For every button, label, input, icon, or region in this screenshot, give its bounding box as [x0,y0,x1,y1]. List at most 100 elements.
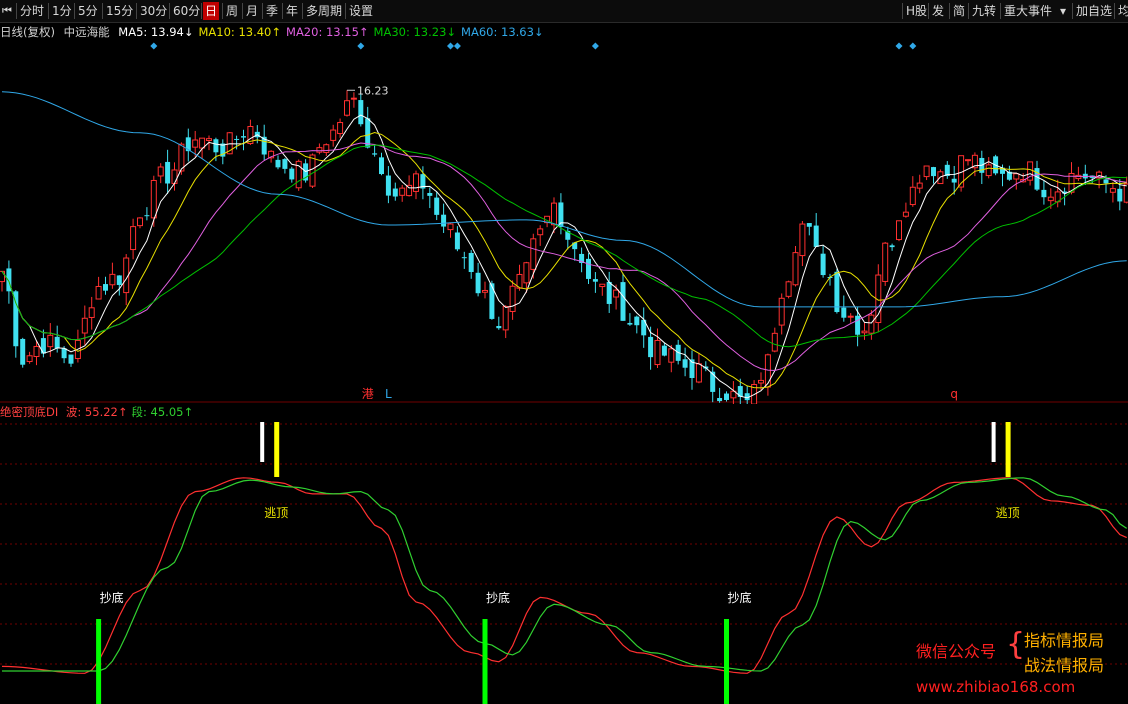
toolbar-left-item-8[interactable]: 月 [244,2,260,20]
candle-body [530,238,537,270]
toolbar-right-item-1[interactable]: 发 [930,2,946,20]
candle-body [855,315,861,335]
candle-body [606,281,612,304]
candle-body [861,330,868,334]
ma10-line [1,131,1127,389]
candle-body [820,253,826,276]
watermark-wechat: 微信公众号 [916,642,997,661]
candle-body [150,179,157,219]
candle-body [586,258,591,279]
candle-body [213,139,219,153]
toolbar-right-item-4[interactable]: 重大事件 [1002,2,1054,20]
nav-first-icon[interactable]: ⏮ [0,2,14,20]
candle-body [592,279,598,282]
candle-body [26,355,33,363]
toolbar-left-item-6[interactable]: 日 [203,2,220,20]
candle-body [482,289,488,293]
toolbar-left-item-12[interactable]: 设置 [347,2,375,20]
candle-body [454,232,460,250]
candle-body [523,262,530,284]
toolbar-left-item-1[interactable]: 1分 [50,2,74,20]
dropdown-arrow-icon[interactable]: ▾ [1058,2,1068,20]
marker-label: L [385,387,392,401]
toolbar-right-item-3[interactable]: 九转 [970,2,998,20]
candle-body [95,285,102,300]
candle-body [834,271,840,313]
event-diamond-icon[interactable] [357,42,365,50]
toolbar-right-item-2[interactable]: 简 [951,2,967,20]
toolbar-separator [222,3,223,19]
candle-body [695,363,702,383]
candle-body [1103,179,1109,184]
sell-signal-bar-white [260,422,265,462]
candle-body [778,297,785,326]
toolbar-left-item-11[interactable]: 多周期 [304,2,344,20]
candle-body [717,398,723,402]
toolbar: ⏮ 分时 1分 5分 15分 30分 60分日周月季年多周期 设置 H股发简九转 重大事件 加自选… [0,0,1128,23]
watermark-url: www.zhibiao168.com [916,678,1076,696]
candle-body [889,245,895,248]
candle-body [1047,196,1054,202]
toolbar-separator [1072,3,1073,19]
candle-body [103,284,108,291]
candle-body [599,283,606,288]
candle-body [68,354,74,364]
event-diamond-icon[interactable] [895,42,903,50]
event-diamond-icon[interactable] [591,42,599,50]
event-diamond-icon[interactable] [150,42,158,50]
toolbar-separator [102,3,103,19]
candle-body [868,314,875,334]
candle-body [165,161,171,184]
candle-body [785,281,792,297]
candle-body [358,100,364,125]
candle-body [109,273,116,286]
candle-body [399,187,406,196]
candle-body [137,217,143,227]
candle-body [496,326,502,329]
candle-body [130,226,137,251]
buy-signal-bar [724,619,729,704]
toolbar-left-item-0[interactable]: 分时 [18,2,46,20]
toolbar-left-item-4[interactable]: 30分 [138,2,169,20]
toolbar-separator [136,3,137,19]
candle-body [289,168,295,180]
candle-body [379,157,384,175]
candle-body [1013,173,1020,180]
candle-body [413,173,419,192]
marker-label: q [950,387,958,401]
toolbar-right-item-6[interactable]: 均 [1116,2,1128,20]
candle-body [792,252,799,286]
candle-body [758,379,764,384]
candle-body [648,336,654,358]
candle-body [33,345,40,358]
candle-body [896,220,902,241]
toolbar-separator [16,3,17,19]
toolbar-right-item-0[interactable]: H股 [904,2,929,20]
candle-body [965,159,971,162]
candle-body [461,257,467,259]
toolbar-left-item-2[interactable]: 5分 [76,2,100,20]
event-diamond-icon[interactable] [453,42,461,50]
candle-body [20,338,26,365]
candle-body [916,182,923,189]
candle-body [350,97,357,100]
candle-body [724,393,729,400]
toolbar-left-item-9[interactable]: 季 [264,2,280,20]
event-diamond-icon[interactable] [909,42,917,50]
toolbar-separator [1000,3,1001,19]
candle-body [931,167,936,177]
candle-body [509,285,516,312]
candle-body [682,359,688,368]
toolbar-left-item-7[interactable]: 周 [224,2,240,20]
toolbar-left-item-3[interactable]: 15分 [104,2,135,20]
event-diamond-icon[interactable] [447,42,454,50]
toolbar-left-item-10[interactable]: 年 [284,2,300,20]
buy-signal-bar [96,619,102,704]
toolbar-separator [48,3,49,19]
toolbar-left-item-5[interactable]: 60分 [171,2,202,20]
sell-signal-bar [274,422,280,477]
price-chart[interactable]: 16.2310.60港Lq [0,22,1128,404]
candle-body [447,223,454,231]
sell-signal-bar-white [991,422,996,462]
toolbar-right-item-5[interactable]: 加自选 [1074,2,1114,20]
